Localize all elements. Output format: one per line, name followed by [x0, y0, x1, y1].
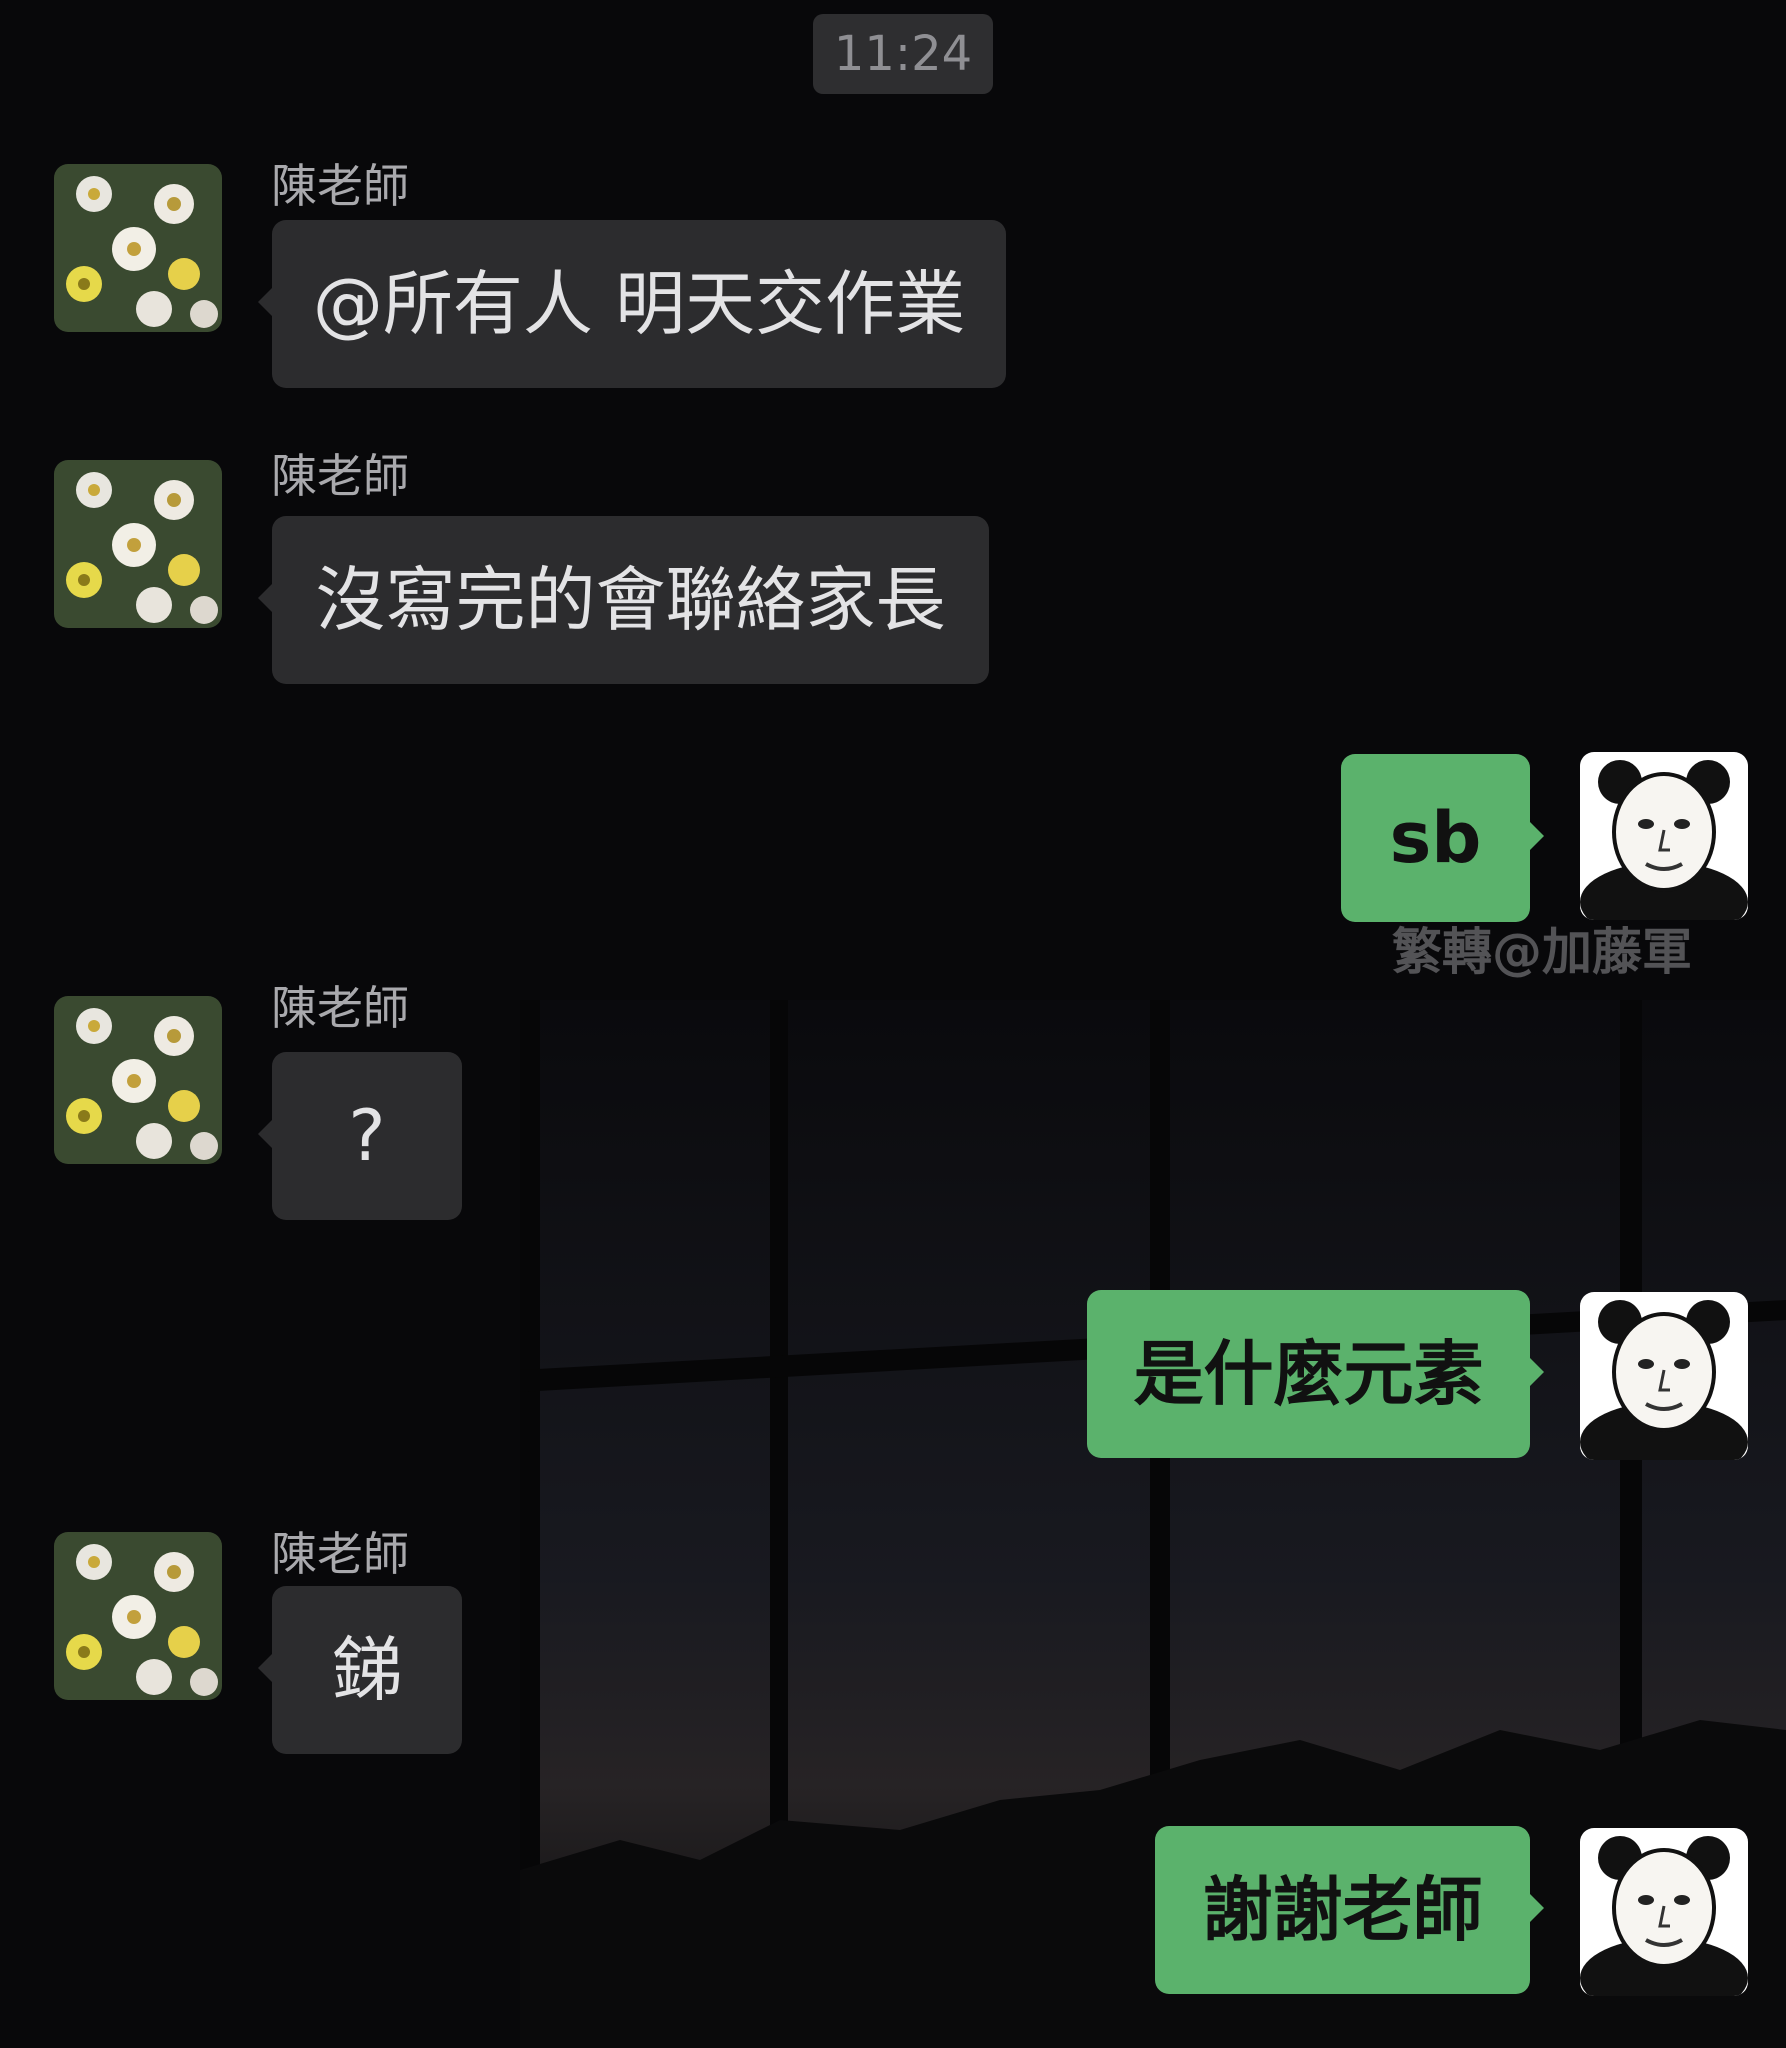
- teacher-avatar[interactable]: [54, 460, 222, 628]
- watermark-text: 繁轉@加藤軍: [1392, 923, 1692, 981]
- panda-meme-avatar-icon: [1580, 1828, 1748, 1996]
- my-avatar[interactable]: [1580, 752, 1748, 920]
- panda-meme-avatar-icon: [1580, 1292, 1748, 1460]
- my-avatar[interactable]: [1580, 1292, 1748, 1460]
- my-avatar[interactable]: [1580, 1828, 1748, 1996]
- sender-name: 陳老師: [271, 1527, 409, 1581]
- message-bubble[interactable]: 是什麼元素: [1087, 1290, 1544, 1458]
- panda-meme-avatar-icon: [1580, 752, 1748, 920]
- flower-avatar-icon: [54, 460, 222, 628]
- message-bubble[interactable]: @所有人 明天交作業: [258, 220, 1006, 388]
- message-bubble[interactable]: 沒寫完的會聯絡家長: [258, 516, 989, 684]
- message-bubble[interactable]: ?: [258, 1052, 462, 1220]
- teacher-avatar[interactable]: [54, 996, 222, 1164]
- sender-name: 陳老師: [271, 449, 409, 503]
- teacher-avatar[interactable]: [54, 164, 222, 332]
- teacher-avatar[interactable]: [54, 1532, 222, 1700]
- message-bubble[interactable]: 銻: [258, 1586, 462, 1754]
- sender-name: 陳老師: [271, 159, 409, 213]
- message-bubble[interactable]: 謝謝老師: [1155, 1826, 1544, 1994]
- chat-screen: 11:24 陳老師 @所有人 明天交作業 陳老師 沒寫完的會聯絡家長 sb 繁轉…: [0, 0, 1786, 2048]
- flower-avatar-icon: [54, 164, 222, 332]
- sender-name: 陳老師: [271, 981, 409, 1035]
- flower-avatar-icon: [54, 996, 222, 1164]
- flower-avatar-icon: [54, 1532, 222, 1700]
- message-bubble[interactable]: sb: [1341, 754, 1544, 922]
- timestamp-pill: 11:24: [813, 14, 993, 94]
